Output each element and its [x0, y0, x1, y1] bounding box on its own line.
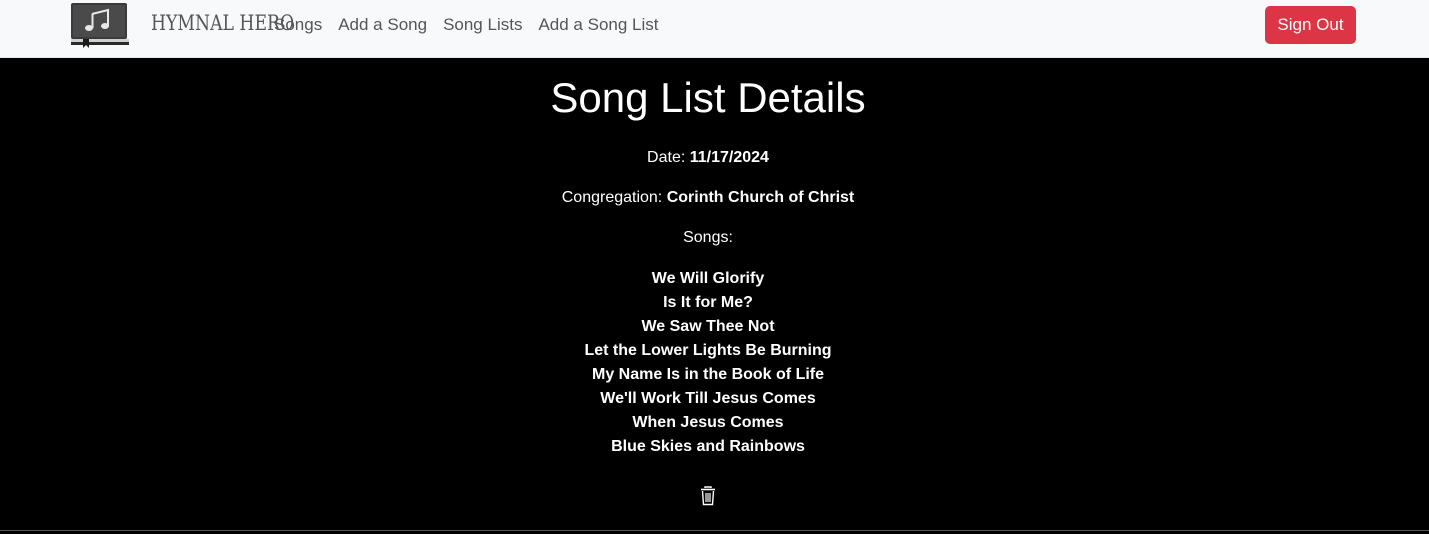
date-line: Date: 11/17/2024 [0, 148, 1416, 168]
date-label: Date: [647, 149, 686, 166]
congregation-line: Congregation: Corinth Church of Christ [0, 188, 1416, 208]
song-item: We Will Glorify [651, 270, 765, 287]
nav-link-songs[interactable]: Songs [274, 15, 322, 35]
song-item: My Name Is in the Book of Life [591, 366, 825, 383]
footer-divider [0, 530, 1429, 534]
songs-label: Songs: [683, 229, 733, 246]
song-item: Is It for Me? [663, 294, 753, 311]
delete-song-list-trash-icon[interactable] [699, 486, 717, 506]
congregation-value: Corinth Church of Christ [666, 189, 855, 206]
song-item: When Jesus Comes [632, 414, 784, 431]
nav-link-add-song-list[interactable]: Add a Song List [538, 15, 658, 35]
nav-link-song-lists[interactable]: Song Lists [443, 15, 522, 35]
nav-links: Songs Add a Song Song Lists Add a Song L… [274, 0, 658, 50]
song-item: We'll Work Till Jesus Comes [600, 390, 816, 407]
date-value: 11/17/2024 [689, 149, 769, 166]
song-item: Blue Skies and Rainbows [611, 438, 805, 455]
brand-name[interactable]: HYMNAL HERO [151, 11, 294, 35]
hymnal-logo-icon[interactable] [70, 2, 130, 48]
page-title: Song List Details [550, 74, 866, 121]
navbar: HYMNAL HERO Songs Add a Song Song Lists … [0, 0, 1429, 58]
song-item: We Saw Thee Not [641, 318, 775, 335]
song-item: Let the Lower Lights Be Burning [584, 342, 832, 359]
congregation-label: Congregation: [561, 189, 663, 206]
songs-list: We Will Glorify Is It for Me? We Saw The… [0, 267, 1416, 459]
sign-out-button[interactable]: Sign Out [1265, 6, 1356, 44]
nav-link-add-song[interactable]: Add a Song [338, 15, 427, 35]
song-list-details-panel: Song List Details Date: 11/17/2024 Congr… [0, 58, 1429, 530]
